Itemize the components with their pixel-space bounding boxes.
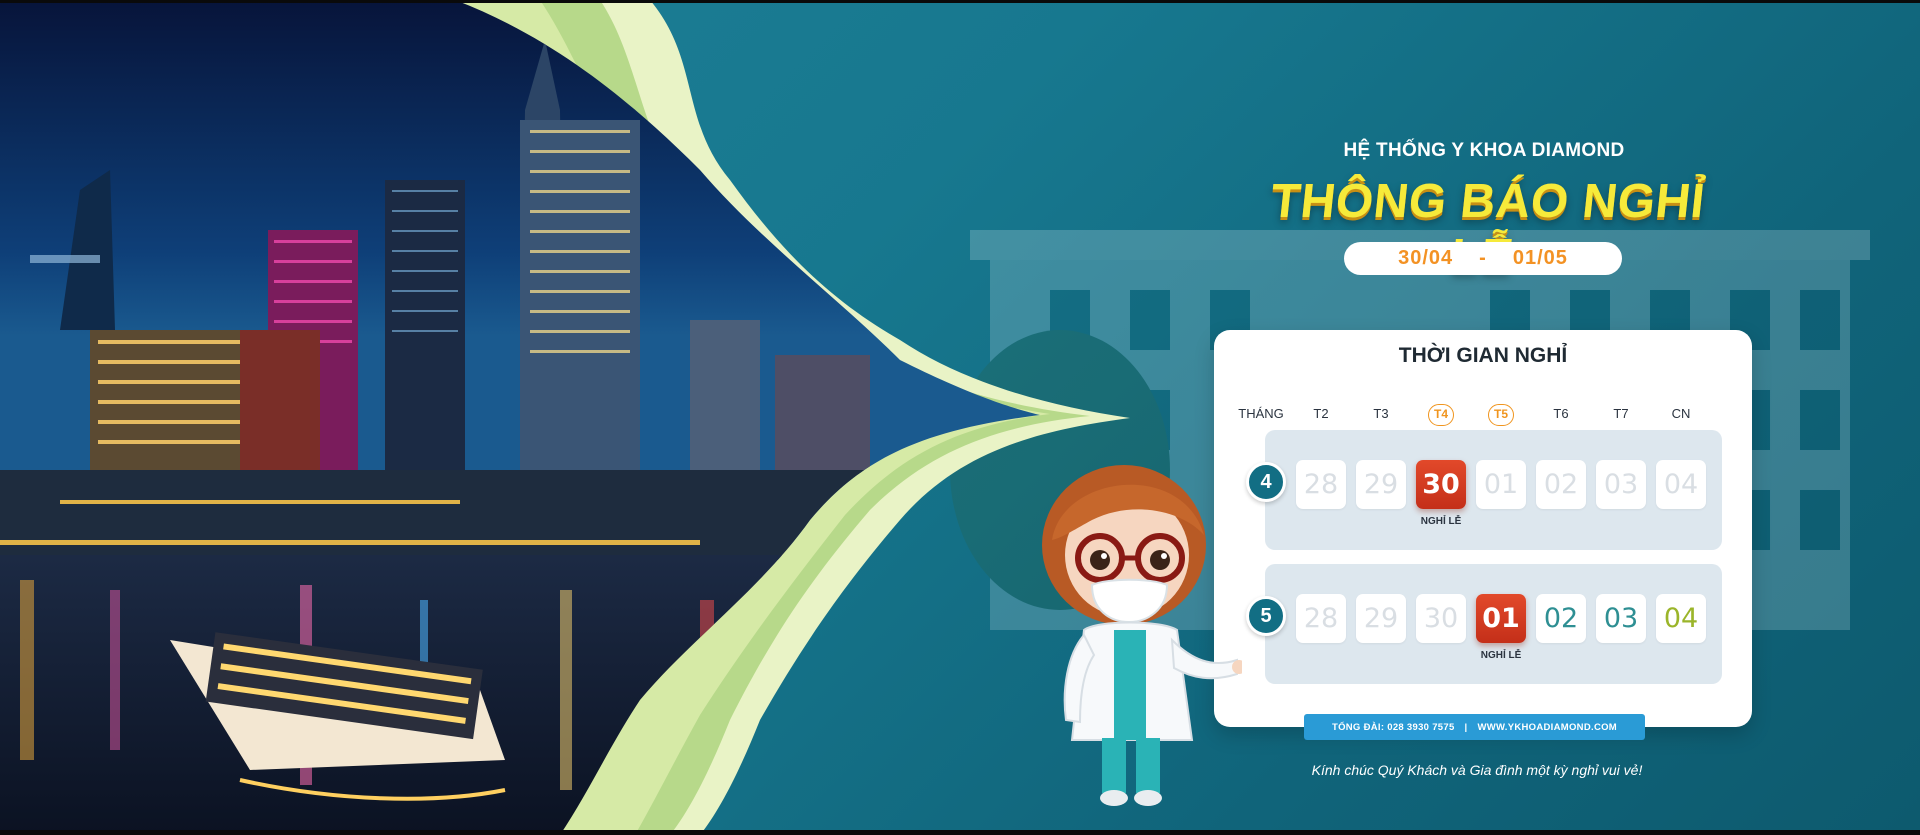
weekday-t4: T4: [1411, 402, 1471, 426]
holiday-date-range: 30/04 - 01/05: [1344, 242, 1622, 275]
hotline-text: TỔNG ĐÀI: 028 3930 7575: [1331, 721, 1455, 733]
month-row-may: 28 29 30 01 02 03 04 NGHỈ LỄ: [1265, 564, 1722, 684]
date-to: 01/05: [1512, 247, 1568, 269]
brand-name: HỆ THỐNG Y KHOA DIAMOND: [1343, 140, 1625, 161]
bottom-border: [0, 830, 1920, 835]
city-night-photo: [0, 0, 1130, 835]
day-cell: 30: [1416, 594, 1466, 643]
weekday-t5-label: T5: [1488, 404, 1514, 426]
weekday-t2: T2: [1313, 406, 1329, 421]
day-cell: 03: [1596, 460, 1646, 509]
day-cell: 02: [1536, 460, 1586, 509]
day-cell: 02: [1536, 594, 1586, 643]
date-separator: -: [1479, 247, 1487, 269]
holiday-day-cell: 01: [1476, 594, 1526, 643]
weekday-t4-label: T4: [1428, 404, 1454, 426]
day-cell: 04: [1656, 594, 1706, 643]
weekday-t7: T7: [1613, 406, 1629, 421]
weekday-t3: T3: [1373, 406, 1389, 421]
day-cell: 28: [1296, 594, 1346, 643]
greeting-message: Kính chúc Quý Khách và Gia đình một kỳ n…: [1311, 762, 1643, 778]
holiday-day-cell: 30: [1416, 460, 1466, 509]
holiday-label: NGHỈ LỄ: [1420, 516, 1462, 527]
weekday-t5: T5: [1471, 402, 1531, 426]
doctor-mascot: [1042, 465, 1242, 806]
day-cell: 04: [1656, 460, 1706, 509]
weekday-t6: T6: [1553, 406, 1569, 421]
contact-bar: TỔNG ĐÀI: 028 3930 7575 | WWW.YKHOADIAMO…: [1304, 714, 1645, 740]
contact-separator: |: [1464, 721, 1468, 733]
top-border: [0, 0, 1920, 3]
day-cell: 29: [1356, 594, 1406, 643]
date-from: 30/04: [1398, 247, 1454, 269]
day-cell: 29: [1356, 460, 1406, 509]
holiday-calendar-card: THỜI GIAN NGHỈ THÁNG T2 T3 T4 T5 T6 T7 C…: [1214, 330, 1752, 727]
calendar-title: THỜI GIAN NGHỈ: [1398, 344, 1568, 367]
holiday-label: NGHỈ LỄ: [1480, 650, 1522, 661]
day-cell: 03: [1596, 594, 1646, 643]
month-column-header: THÁNG: [1238, 406, 1284, 421]
month-row-april: 28 29 30 01 02 03 04 NGHỈ LỄ: [1265, 430, 1722, 550]
month-badge-may: 5: [1246, 596, 1286, 636]
day-cell: 28: [1296, 460, 1346, 509]
month-badge-april: 4: [1246, 462, 1286, 502]
day-cell: 01: [1476, 460, 1526, 509]
website-link[interactable]: WWW.YKHOADIAMOND.COM: [1478, 722, 1618, 733]
weekday-cn: CN: [1671, 406, 1691, 421]
